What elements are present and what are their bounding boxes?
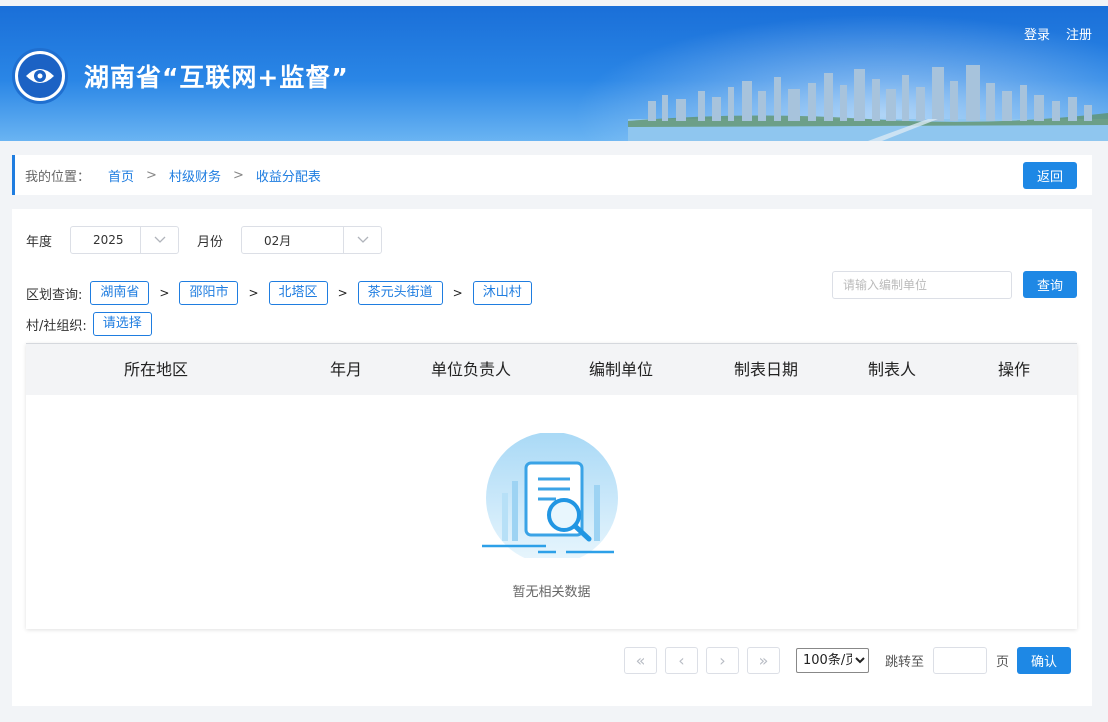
column-header-actions: 操作	[997, 360, 1030, 379]
chevron-down-icon	[343, 227, 381, 253]
page-jump-input[interactable]	[933, 647, 988, 674]
main-panel: 年度 2025 月份 02月 区划查询: 湖南省 > 邵阳市 > 北塔区 > 茶…	[12, 209, 1092, 706]
org-select-button[interactable]: 请选择	[92, 312, 152, 336]
auth-links: 登录 注册	[1024, 24, 1092, 43]
next-page-icon[interactable]: ›	[706, 647, 739, 674]
year-select[interactable]: 2025	[70, 226, 180, 254]
chevron-down-icon	[140, 227, 178, 253]
region-filter: 区划查询: 湖南省 > 邵阳市 > 北塔区 > 茶元头街道 > 沐山村	[26, 281, 532, 305]
eye-seal-icon	[12, 48, 68, 104]
breadcrumb-separator: >	[232, 167, 244, 183]
last-page-icon[interactable]: »	[747, 647, 780, 674]
confirm-button[interactable]: 确认	[1017, 647, 1072, 674]
region-separator: >	[248, 286, 259, 300]
breadcrumb-separator: >	[146, 167, 157, 183]
city-skyline-image	[628, 65, 1108, 141]
register-link[interactable]: 注册	[1066, 24, 1092, 43]
month-label: 月份	[197, 234, 224, 250]
unit-search-input[interactable]	[832, 271, 1012, 299]
column-header-month: 年月	[329, 360, 362, 379]
back-button[interactable]: 返回	[1023, 162, 1077, 189]
month-select[interactable]: 02月	[241, 226, 383, 254]
breadcrumb-label: 我的位置：	[25, 169, 91, 185]
breadcrumb-income-distribution[interactable]: 收益分配表	[256, 166, 321, 185]
column-header-date: 制表日期	[733, 360, 798, 379]
jump-label: 跳转至	[885, 655, 925, 670]
region-separator: >	[159, 286, 170, 300]
site-title: 湖南省“互联网+监督”	[84, 63, 349, 92]
login-link[interactable]: 登录	[1024, 24, 1050, 43]
region-separator: >	[337, 286, 348, 300]
column-header-unit: 编制单位	[588, 360, 653, 379]
breadcrumb: 我的位置： 首页 > 村级财务 > 收益分配表 返回	[12, 155, 1092, 195]
region-label: 区划查询:	[26, 287, 83, 303]
empty-data-text: 暂无相关数据	[512, 585, 591, 600]
region-village[interactable]: 沐山村	[472, 281, 532, 305]
empty-data-icon	[482, 433, 618, 558]
prev-page-icon[interactable]: ‹	[665, 647, 698, 674]
region-separator: >	[452, 286, 463, 300]
breadcrumb-home[interactable]: 首页	[108, 166, 134, 185]
breadcrumb-village-finance[interactable]: 村级财务	[169, 166, 221, 185]
year-label: 年度	[26, 234, 53, 250]
table-header: 所在地区 年月 单位负责人 编制单位 制表日期 制表人 操作	[26, 343, 1077, 395]
month-value: 02月	[264, 233, 292, 248]
column-header-preparer: 制表人	[867, 360, 916, 379]
region-district[interactable]: 北塔区	[268, 281, 328, 305]
region-city[interactable]: 邵阳市	[179, 281, 239, 305]
page-unit-label: 页	[996, 655, 1010, 670]
page-size-select[interactable]: 100条/页	[796, 648, 869, 673]
org-filter: 村/社组织: 请选择	[26, 312, 152, 336]
region-province[interactable]: 湖南省	[90, 281, 150, 305]
data-table: 所在地区 年月 单位负责人 编制单位 制表日期 制表人 操作 暂无相关数据	[26, 343, 1077, 629]
query-button[interactable]: 查询	[1023, 271, 1077, 298]
year-value: 2025	[93, 233, 124, 247]
org-label: 村/社组织:	[26, 318, 87, 334]
first-page-icon[interactable]: «	[624, 647, 657, 674]
column-header-manager: 单位负责人	[430, 360, 511, 379]
site-header: 湖南省“互联网+监督” 登录 注册	[0, 6, 1108, 141]
pagination: « ‹ › » 100条/页 跳转至 页 确认	[624, 647, 1072, 674]
column-header-region: 所在地区	[123, 360, 188, 379]
date-filters: 年度 2025 月份 02月	[26, 226, 383, 254]
region-street[interactable]: 茶元头街道	[357, 281, 443, 305]
